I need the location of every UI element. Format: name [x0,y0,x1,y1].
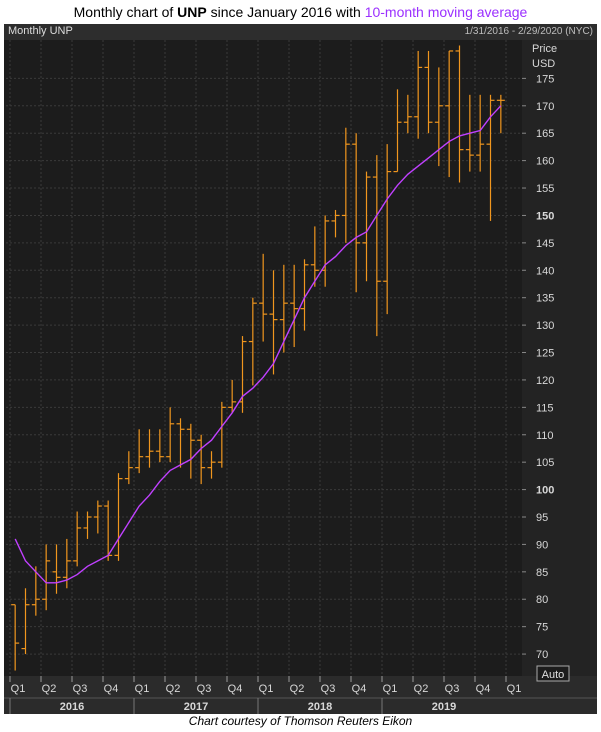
x-tick-label: Q4 [104,683,119,695]
ohlc-bar [321,215,330,287]
x-tick-label: Q1 [11,683,26,695]
x-tick-label: Q4 [476,683,491,695]
ohlc-bar [383,144,392,315]
ohlc-bar [83,511,92,539]
ohlc-bar [93,500,102,534]
y-tick-label: 140 [536,265,554,277]
y-tick-label: 150 [536,210,554,222]
year-label: 2019 [432,701,456,713]
ohlc-bar [455,45,464,183]
y-tick-label: 105 [536,457,554,469]
y-tick-label: 135 [536,293,554,305]
y-tick-label: 120 [536,375,554,387]
y-tick-label: 85 [536,567,548,579]
y-axis-background [522,40,597,676]
auto-scale-label: Auto [542,669,565,681]
ohlc-bar [393,89,402,173]
title-mid: since January 2016 with [206,4,365,20]
ohlc-bar [290,264,299,348]
ohlc-bar [331,209,340,238]
y-tick-label: 95 [536,512,548,524]
ohlc-bar [248,297,257,386]
ohlc-bar [155,429,164,463]
y-tick-label: 175 [536,73,554,85]
year-label: 2016 [60,701,84,713]
y-tick-label: 70 [536,649,548,661]
price-chart-svg[interactable]: 70 75 80 85 90 95 100 105 110 115 120 125 130 135 140 1… [4,24,597,714]
y-tick-label: 170 [536,101,554,113]
y-tick-label: 80 [536,594,548,606]
ohlc-bar [21,588,30,655]
x-tick-label: Q2 [42,683,57,695]
y-tick-label: 155 [536,183,554,195]
ohlc-bar [424,50,433,134]
year-label: 2018 [308,701,332,713]
x-tick-label: Q4 [228,683,243,695]
x-tick-label: Q2 [414,683,429,695]
ohlc-bar [279,264,288,353]
x-tick-label: Q4 [352,683,367,695]
y-tick-label: 110 [536,430,554,442]
ohlc-bar [341,127,350,243]
ohlc-bar [186,423,195,479]
y-tick-label: 75 [536,622,548,634]
ohlc-bar [207,451,216,479]
y-tick-label: 130 [536,320,554,332]
ohlc-bar [197,434,206,485]
ohlc-bar [11,604,20,671]
currency-axis-label: USD [532,58,555,70]
title-symbol: UNP [177,4,207,20]
ohlc-bar [445,50,454,178]
ohlc-bar [414,50,423,139]
ohlc-bar [135,429,144,474]
ohlc-bar [176,418,185,468]
chart-credit: Chart courtesy of Thomson Reuters Eikon [188,714,413,728]
ohlc-bar [259,253,268,342]
ohlc-bar [73,511,82,567]
ohlc-bar [52,544,61,594]
ohlc-bar [352,133,361,293]
y-tick-label: 165 [536,128,554,140]
y-tick-label: 145 [536,238,554,250]
title-moving-average: 10-month moving average [364,4,528,20]
x-tick-label: Q3 [73,683,88,695]
ohlc-bar [124,451,133,485]
x-tick-label: Q1 [507,683,522,695]
x-axis-background [4,676,597,714]
x-tick-label: Q3 [197,683,212,695]
x-tick-label: Q1 [135,683,150,695]
y-tick-label: 125 [536,348,554,360]
chart-title: Monthly chart of UNP since January 2016 … [0,4,601,20]
axis-layer: 70 75 80 85 90 95 100 105 110 115 120 125 130 135 140 1… [4,40,597,714]
x-tick-label: Q2 [166,683,181,695]
x-tick-label: Q1 [383,683,398,695]
x-tick-label: Q3 [321,683,336,695]
ohlc-bar [403,94,412,134]
ohlc-bar [372,155,381,337]
x-tick-label: Q2 [290,683,305,695]
price-axis-label: Price [532,43,557,55]
year-label: 2017 [184,701,208,713]
y-tick-label: 115 [536,402,554,414]
grid-layer [6,40,522,676]
ohlc-bar [496,94,505,134]
y-tick-label: 100 [536,485,554,497]
title-prefix: Monthly chart of [73,4,178,20]
ohlc-bar [42,544,51,611]
y-tick-label: 90 [536,539,548,551]
chart-panel[interactable]: Monthly UNP 1/31/2016 - 2/29/2020 (NYC) … [4,24,597,714]
y-tick-label: 160 [536,156,554,168]
ohlc-bar [31,566,40,616]
x-tick-label: Q1 [259,683,274,695]
x-tick-label: Q3 [445,683,460,695]
